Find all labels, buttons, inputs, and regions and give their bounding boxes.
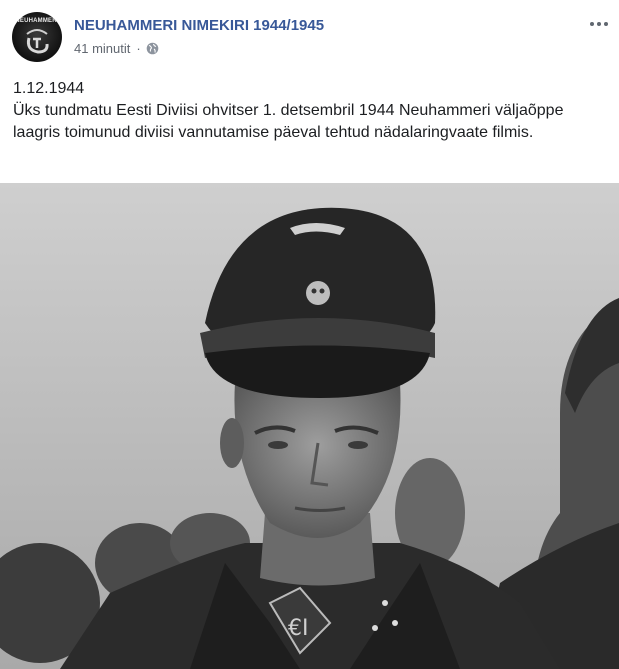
- post-meta: 41 minutit ·: [74, 41, 159, 56]
- meta-separator: ·: [136, 41, 141, 56]
- post-photo[interactable]: €I: [0, 183, 619, 669]
- more-options-button[interactable]: [584, 10, 614, 38]
- post-date-line: 1.12.1944: [13, 80, 85, 97]
- post-caption: Üks tundmatu Eesti Diviisi ohvitser 1. d…: [13, 102, 564, 141]
- avatar-emblem-icon: [26, 29, 49, 54]
- post-timestamp[interactable]: 41 minutit: [74, 41, 130, 56]
- more-options-icon: [590, 22, 594, 26]
- post-header: NEUHAMMERI NEUHAMMERI NIMEKIRI 1944/1945…: [0, 0, 619, 70]
- post-body: 1.12.1944 Üks tundmatu Eesti Diviisi ohv…: [13, 78, 603, 144]
- page-name-link[interactable]: NEUHAMMERI NIMEKIRI 1944/1945: [74, 17, 324, 34]
- page-avatar[interactable]: NEUHAMMERI: [12, 12, 62, 62]
- officer-photo: €I: [0, 183, 619, 669]
- globe-icon[interactable]: [146, 42, 159, 55]
- svg-text:€I: €I: [288, 616, 309, 641]
